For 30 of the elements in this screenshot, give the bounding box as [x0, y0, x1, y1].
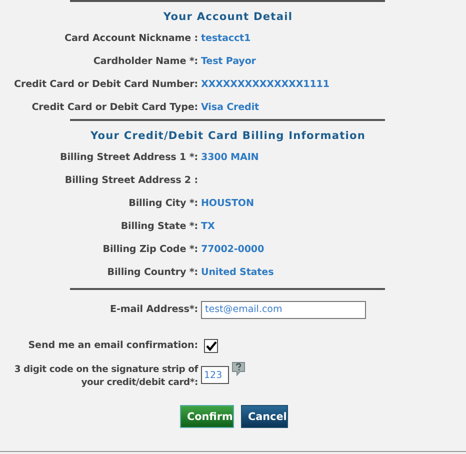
field-label: Credit Card or Debit Card Type: — [30, 102, 198, 113]
field-value: HOUSTON — [201, 198, 255, 209]
field-label: Billing Zip Code *: — [102, 244, 198, 255]
cancel-button[interactable]: Cancel — [241, 405, 288, 428]
field-value: testacct1 — [201, 33, 252, 44]
field-value: XXXXXXXXXXXXXX1111 — [201, 79, 330, 90]
section-heading: Your Credit/Debit Card Billing Information — [89, 129, 367, 144]
help-icon[interactable] — [232, 362, 245, 376]
field-label: Send me an email confirmation: — [27, 340, 198, 351]
field-label: Billing City *: — [128, 198, 198, 209]
confirm-button[interactable]: Confirm — [180, 405, 234, 428]
field-label: Card Account Nickname : — [64, 33, 198, 44]
field-value: TX — [201, 221, 216, 232]
field-label: Credit Card or Debit Card Number: — [13, 79, 198, 90]
confirmation-checkbox[interactable] — [204, 338, 218, 352]
field-value: Test Payor — [201, 56, 257, 67]
field-value: United States — [201, 267, 275, 278]
field-value: Visa Credit — [201, 102, 260, 113]
field-label: 3 digit code on the signature strip of your credit/debit card*: — [13, 363, 198, 389]
field-label: Billing Country *: — [106, 267, 198, 278]
field-label: E-mail Address*: — [109, 304, 198, 315]
section-heading: Your Account Detail — [162, 10, 294, 25]
field-label: Billing Street Address 1 *: — [59, 152, 198, 163]
code-field[interactable]: 123 — [201, 366, 229, 384]
field-value: 77002-0000 — [201, 244, 266, 255]
field-label: Billing Street Address 2 : — [64, 175, 198, 186]
field-label: Billing State *: — [120, 221, 198, 232]
field-value: 3300 MAIN — [201, 152, 260, 163]
email-field[interactable]: test@email.com — [201, 300, 366, 318]
field-label: Cardholder Name *: — [92, 56, 198, 67]
